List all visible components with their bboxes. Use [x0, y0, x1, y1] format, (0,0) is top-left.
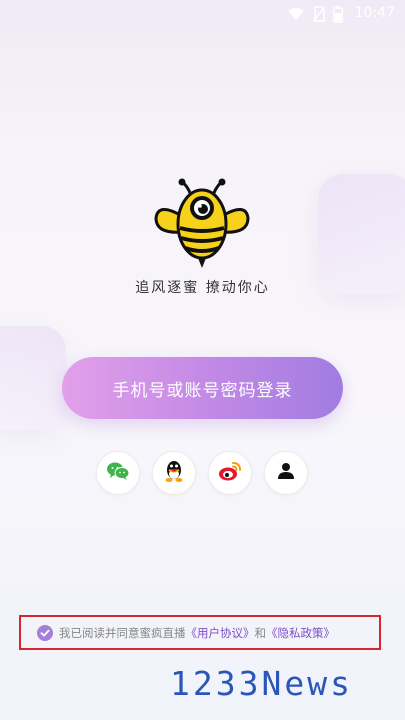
battery-icon: [333, 5, 343, 23]
background-tv-decoration-left: [0, 326, 66, 430]
weibo-login-button[interactable]: [208, 451, 252, 495]
agreement-highlight-box: 我已阅读并同意蜜疯直播 《用户协议》 和 《隐私政策》: [19, 615, 381, 650]
qq-penguin-icon: [164, 459, 184, 487]
weibo-icon: [218, 460, 242, 486]
watermark-text: 1233News: [170, 664, 353, 703]
login-button-label: 手机号或账号密码登录: [112, 380, 293, 401]
wechat-login-button[interactable]: [96, 451, 140, 495]
status-icons: [287, 5, 343, 23]
wechat-icon: [106, 460, 130, 486]
social-login-row: [0, 451, 405, 495]
wifi-icon: [287, 7, 305, 21]
tagline: 追风逐蜜 撩动你心: [135, 280, 270, 296]
person-icon: [277, 462, 295, 484]
agreement-prefix-text: 我已阅读并同意蜜疯直播: [59, 625, 186, 640]
agreement-checkbox-check-icon[interactable]: [37, 624, 53, 641]
account-login-button[interactable]: [264, 451, 308, 495]
background-tv-decoration-right: [318, 174, 405, 294]
watermark-logo: 1233News: [170, 664, 400, 703]
bee-logo-icon: [152, 178, 252, 270]
status-time: 10:47: [354, 5, 395, 21]
status-bar: 10:47: [0, 0, 405, 28]
phone-account-login-button[interactable]: 手机号或账号密码登录: [62, 357, 343, 419]
no-sim-icon: [313, 6, 325, 22]
user-agreement-link[interactable]: 《用户协议》: [186, 625, 255, 641]
qq-login-button[interactable]: [152, 451, 196, 495]
privacy-policy-link[interactable]: 《隐私政策》: [266, 625, 335, 641]
agreement-conjunction: 和: [254, 625, 267, 640]
